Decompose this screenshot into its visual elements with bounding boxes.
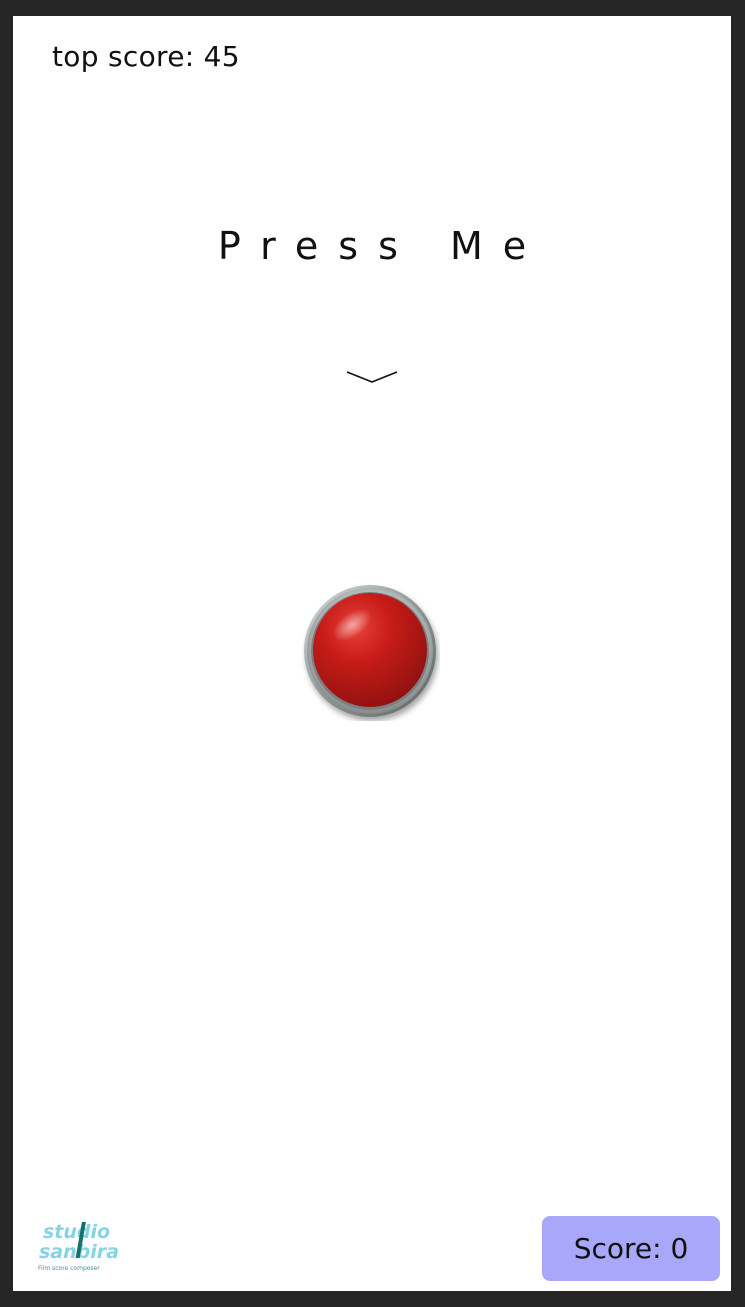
- press-me-title: Press Me: [217, 224, 547, 268]
- studio-sanbira-logo: studio sanbira Film score composer: [37, 1216, 127, 1272]
- score-label: Score: 0: [573, 1232, 689, 1265]
- logo-line-studio: studio: [43, 1221, 110, 1243]
- score-badge[interactable]: Score: 0: [542, 1216, 720, 1281]
- chevron-down-icon: [346, 371, 398, 383]
- game-screen: top score: 45 Press Me studio Film score…: [13, 16, 731, 1291]
- press-me-button[interactable]: [300, 581, 440, 721]
- red-button-icon: [304, 585, 436, 717]
- top-score-label: top score: 45: [52, 40, 240, 73]
- logo-tagline: Film score composer: [38, 1265, 100, 1272]
